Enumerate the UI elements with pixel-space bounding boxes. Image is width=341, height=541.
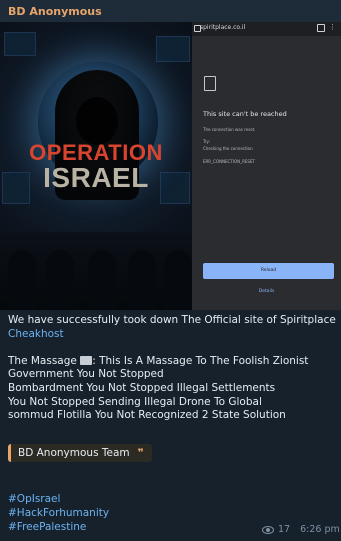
message-image[interactable]: OPERATION ISRAEL spiritplace.co.il ⋮ Thi… [0, 22, 341, 310]
message-line: You Not Stopped Sending Illegal Drone To… [8, 395, 262, 408]
quote-block: BD Anonymous Team ❞ [8, 444, 152, 462]
views-eye-icon [262, 525, 274, 534]
message-line: : This Is A Massage To The Foolish Zioni… [92, 354, 309, 367]
channel-name[interactable]: BD Anonymous [0, 0, 341, 22]
browser-url: spiritplace.co.il [200, 24, 246, 31]
flag-emoji-icon [80, 355, 93, 365]
message-line: Government You Not Stopped [8, 368, 164, 381]
tabs-icon [317, 24, 325, 32]
browser-url-bar: spiritplace.co.il ⋮ [192, 22, 341, 36]
error-line: The connection was reset. [203, 127, 256, 132]
browser-screenshot: spiritplace.co.il ⋮ This site can't be r… [192, 22, 341, 310]
message-line: sommud Flotilla You Not Recognized 2 Sta… [8, 409, 286, 422]
poster-title-line2: ISRAEL [43, 162, 149, 193]
menu-icon: ⋮ [329, 23, 336, 31]
details-link: Details [258, 289, 275, 294]
quote-text: BD Anonymous Team [18, 447, 130, 459]
hashtag-link[interactable]: #HackForhumanity [8, 506, 109, 520]
error-title: This site can't be reached [203, 110, 287, 118]
broken-page-icon [204, 76, 216, 91]
hashtag-link[interactable]: #OpIsrael [8, 492, 109, 506]
error-code: ERR_CONNECTION_RESET [203, 159, 255, 164]
message-time: 6:26 pm [300, 524, 340, 535]
quote-icon: ❞ [137, 447, 144, 459]
error-line: Try: [203, 139, 210, 144]
hashtag-link[interactable]: #FreePalestine [8, 520, 109, 534]
view-count: 17 [278, 524, 291, 535]
cheakhost-link[interactable]: Cheakhost [8, 328, 64, 340]
reload-button: Reload [203, 263, 334, 279]
message-text: We have successfully took down The Offic… [8, 314, 336, 423]
message-line: The Massage [8, 354, 77, 367]
hashtag-list: #OpIsrael #HackForhumanity #FreePalestin… [8, 492, 109, 534]
error-line: Checking the connection [203, 146, 253, 151]
message-line: Bombardment You Not Stopped Illegal Sett… [8, 381, 276, 394]
message-line: We have successfully took down The Offic… [8, 314, 336, 326]
operation-israel-poster: OPERATION ISRAEL [0, 22, 192, 310]
message-meta: 17 6:26 pm [262, 524, 340, 535]
